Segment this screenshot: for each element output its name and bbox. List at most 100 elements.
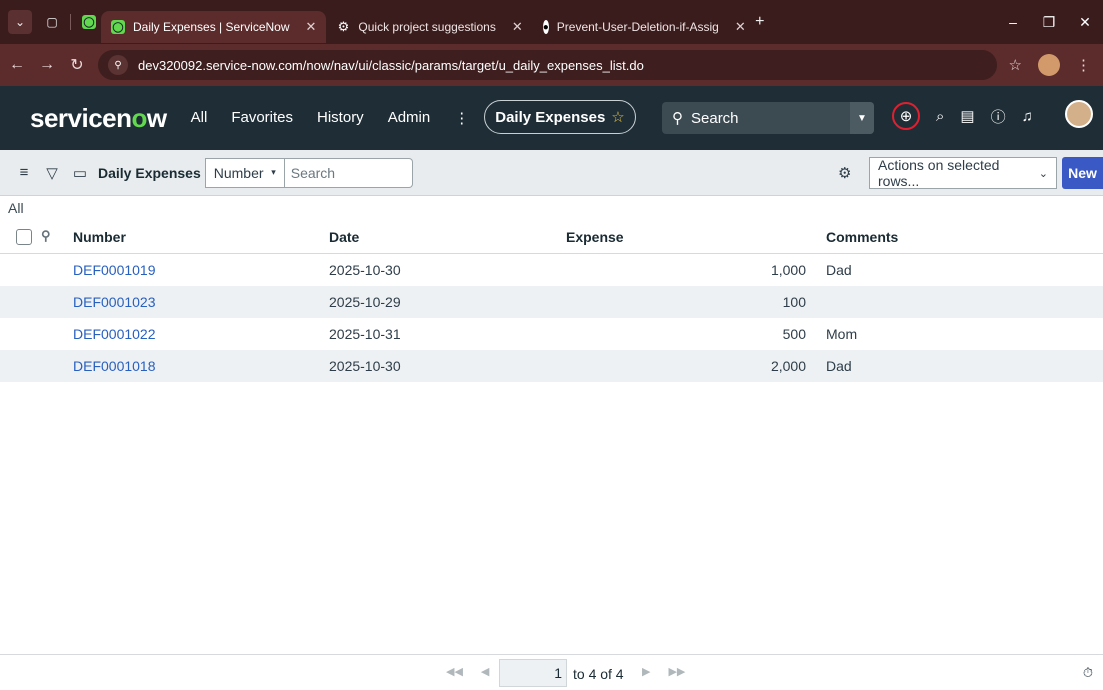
hamburger-menu-icon[interactable]: ≡ — [10, 164, 38, 181]
cell-date: 2025-10-29 — [329, 294, 401, 310]
workspace-icon[interactable]: ▢ — [40, 10, 64, 34]
search-field-select[interactable]: Number ▾ — [204, 157, 285, 188]
pager-forward-controls: ▶ ▶▶ — [642, 665, 685, 678]
pager-range-text: to 4 of 4 — [573, 666, 624, 682]
help-icon[interactable]: ⓘ — [991, 106, 1006, 127]
record-number-link[interactable]: DEF0001019 — [73, 262, 156, 278]
tab-menu-button[interactable]: ⌄ — [8, 10, 32, 34]
list-search-placeholder: Search — [290, 164, 336, 181]
restore-icon[interactable]: ❐ — [1031, 14, 1067, 31]
chatgpt-favicon-icon: ⚙ — [337, 19, 350, 34]
table-row[interactable]: DEF0001023 2025-10-29 100 — [0, 286, 1103, 318]
pager: ◀◀ ◀ 1 to 4 of 4 ▶ ▶▶ ⏱ — [0, 654, 1103, 690]
next-page-icon[interactable]: ▶ — [642, 665, 650, 678]
nav-all[interactable]: All — [191, 109, 208, 127]
logo-text-end: w — [146, 102, 167, 133]
url-text: dev320092.service-now.com/now/nav/ui/cla… — [138, 57, 644, 73]
column-header-date[interactable]: Date — [329, 229, 359, 245]
response-time-icon[interactable]: ⏱ — [1083, 665, 1093, 681]
list-toolbar: ≡ ▽ ▭ Daily Expenses Number ▾ Search ⚙ A… — [0, 150, 1103, 196]
first-page-icon[interactable]: ◀◀ — [446, 665, 463, 678]
cell-comments: Mom — [826, 326, 858, 342]
tab-daily-expenses[interactable]: ◯ Daily Expenses | ServiceNow ✕ — [101, 11, 327, 43]
context-pill[interactable]: Daily Expenses ☆ — [484, 100, 636, 134]
global-search-placeholder: Search — [691, 109, 739, 127]
search-field-value: Number — [213, 164, 264, 181]
back-icon[interactable]: ← — [8, 56, 26, 74]
bookmark-star-icon[interactable]: ☆ — [1009, 56, 1022, 74]
servicenow-pinned-tab[interactable]: ◯ — [77, 10, 101, 34]
breadcrumb-all[interactable]: All — [8, 200, 24, 216]
chat-icon[interactable]: ⌕ — [936, 108, 944, 125]
favorite-star-icon[interactable]: ☆ — [611, 108, 624, 126]
record-number-link[interactable]: DEF0001018 — [73, 358, 156, 374]
url-field[interactable]: ⚲ dev320092.service-now.com/now/nav/ui/c… — [98, 50, 997, 80]
close-tab-icon[interactable]: ✕ — [512, 19, 523, 35]
new-tab-button[interactable]: + — [748, 10, 772, 34]
tab-quick-project[interactable]: ⚙ Quick project suggestions ✕ — [326, 11, 532, 43]
reload-icon[interactable]: ↻ — [68, 55, 86, 75]
nav-favorites[interactable]: Favorites — [231, 109, 293, 127]
profile-avatar[interactable] — [1038, 54, 1060, 76]
list-context-icon[interactable]: ▭ — [66, 164, 94, 182]
notifications-bell-icon[interactable]: ♫ — [1022, 108, 1033, 125]
tab-title: Quick project suggestions — [358, 20, 496, 34]
record-number-link[interactable]: DEF0001023 — [73, 294, 156, 310]
filter-icon[interactable]: ▽ — [38, 164, 66, 182]
servicenow-header: servicenow All Favorites History Admin ⋮… — [0, 86, 1103, 150]
table-row[interactable]: DEF0001022 2025-10-31 500 Mom — [0, 318, 1103, 350]
user-avatar[interactable] — [1065, 100, 1093, 128]
minimize-icon[interactable]: – — [995, 14, 1031, 30]
pager-back-controls: ◀◀ ◀ — [446, 665, 489, 678]
page-number-input[interactable]: 1 — [499, 659, 567, 687]
previous-page-icon[interactable]: ◀ — [481, 665, 489, 678]
record-number-link[interactable]: DEF0001022 — [73, 326, 156, 342]
cell-expense: 1,000 — [770, 262, 806, 278]
list-title[interactable]: Daily Expenses — [98, 165, 201, 181]
browser-tab-bar: ⌄ ▢ ◯ ◯ Daily Expenses | ServiceNow ✕ ⚙ … — [0, 0, 1103, 44]
header-icons: ⊕ ⌕ ▤ ⓘ ♫ — [892, 102, 1033, 130]
actions-select-value: Actions on selected rows... — [878, 157, 1000, 189]
column-search-icon[interactable]: ⚲ — [41, 228, 51, 244]
global-search[interactable]: ⚲ Search ▼ — [662, 102, 874, 134]
browser-menu-icon[interactable]: ⋮ — [1076, 56, 1091, 74]
column-header-comments[interactable]: Comments — [826, 229, 898, 245]
globe-icon[interactable]: ⊕ — [892, 102, 920, 130]
tab-title: Prevent-User-Deletion-if-Assig — [556, 20, 719, 34]
logo-text: servicen — [30, 102, 132, 133]
search-scope-dropdown-icon[interactable]: ▼ — [850, 102, 874, 134]
select-all-checkbox[interactable] — [16, 229, 32, 245]
column-header-expense[interactable]: Expense — [566, 229, 624, 245]
servicenow-favicon-icon: ◯ — [82, 15, 96, 29]
table-row[interactable]: DEF0001018 2025-10-30 2,000 Dad — [0, 350, 1103, 382]
search-icon: ⚲ — [672, 110, 683, 127]
gear-icon[interactable]: ⚙ — [838, 164, 851, 182]
cell-date: 2025-10-30 — [329, 262, 401, 278]
cell-comments: Dad — [826, 262, 852, 278]
cell-expense: 500 — [782, 326, 806, 342]
window-controls: – ❐ ✕ — [995, 0, 1103, 44]
table-row[interactable]: DEF0001019 2025-10-30 1,000 Dad — [0, 254, 1103, 286]
column-header-number[interactable]: Number — [73, 229, 126, 245]
table-header: ⚲ Number Date Expense Comments — [0, 220, 1103, 254]
tab-prevent-user-deletion[interactable]: ● Prevent-User-Deletion-if-Assig ✕ — [533, 11, 748, 43]
last-page-icon[interactable]: ▶▶ — [668, 665, 685, 678]
actions-select[interactable]: Actions on selected rows... ⌄ — [869, 157, 1057, 189]
new-button[interactable]: New — [1062, 157, 1103, 189]
tab-title: Daily Expenses | ServiceNow — [133, 20, 290, 34]
close-tab-icon[interactable]: ✕ — [306, 19, 317, 35]
nav-history[interactable]: History — [317, 109, 364, 127]
list-search-input[interactable]: Search — [284, 157, 413, 188]
github-favicon-icon: ● — [542, 20, 549, 34]
workspace-switch-icon[interactable]: ▤ — [960, 107, 974, 125]
breadcrumb[interactable]: All — [0, 196, 1103, 220]
site-info-icon[interactable]: ⚲ — [108, 55, 128, 75]
servicenow-logo[interactable]: servicenow — [30, 103, 167, 134]
close-tab-icon[interactable]: ✕ — [735, 19, 746, 35]
close-window-icon[interactable]: ✕ — [1067, 14, 1103, 31]
cell-expense: 2,000 — [770, 358, 806, 374]
forward-icon[interactable]: → — [38, 56, 56, 74]
cell-date: 2025-10-31 — [329, 326, 401, 342]
nav-more-icon[interactable]: ⋮ — [454, 109, 469, 127]
nav-admin[interactable]: Admin — [388, 109, 431, 127]
